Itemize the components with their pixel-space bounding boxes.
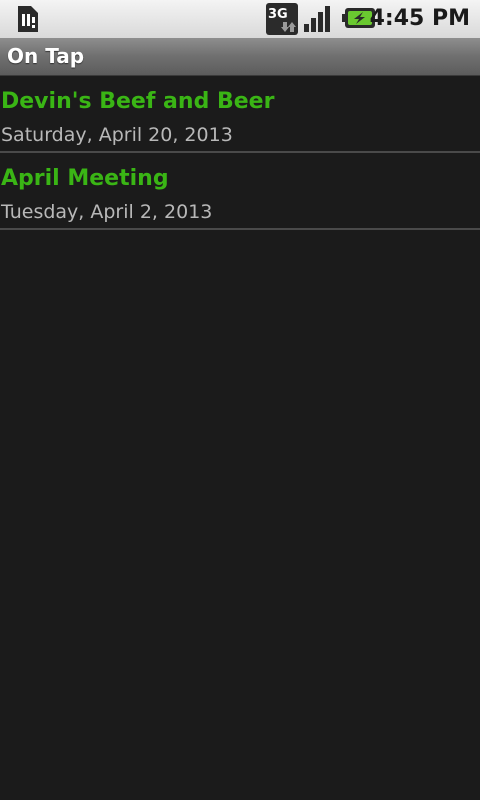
svg-text:3G: 3G bbox=[268, 7, 288, 22]
network-3g-icon: 3G bbox=[266, 3, 298, 35]
status-bar: 3G 4:45 PM bbox=[0, 0, 480, 38]
page-title: On Tap bbox=[7, 44, 85, 68]
event-list: Devin's Beef and Beer Saturday, April 20… bbox=[0, 76, 480, 230]
title-bar: On Tap bbox=[0, 38, 480, 76]
signal-strength-icon bbox=[302, 4, 336, 34]
event-name: Devin's Beef and Beer bbox=[1, 89, 275, 114]
sim-card-icon bbox=[14, 5, 40, 33]
event-date: Saturday, April 20, 2013 bbox=[1, 124, 233, 146]
list-item-event-1[interactable]: Devin's Beef and Beer Saturday, April 20… bbox=[0, 76, 480, 153]
list-item-event-2[interactable]: April Meeting Tuesday, April 2, 2013 bbox=[0, 153, 480, 230]
event-name: April Meeting bbox=[1, 166, 169, 191]
event-date: Tuesday, April 2, 2013 bbox=[1, 201, 213, 223]
status-time: 4:45 PM bbox=[369, 6, 470, 31]
